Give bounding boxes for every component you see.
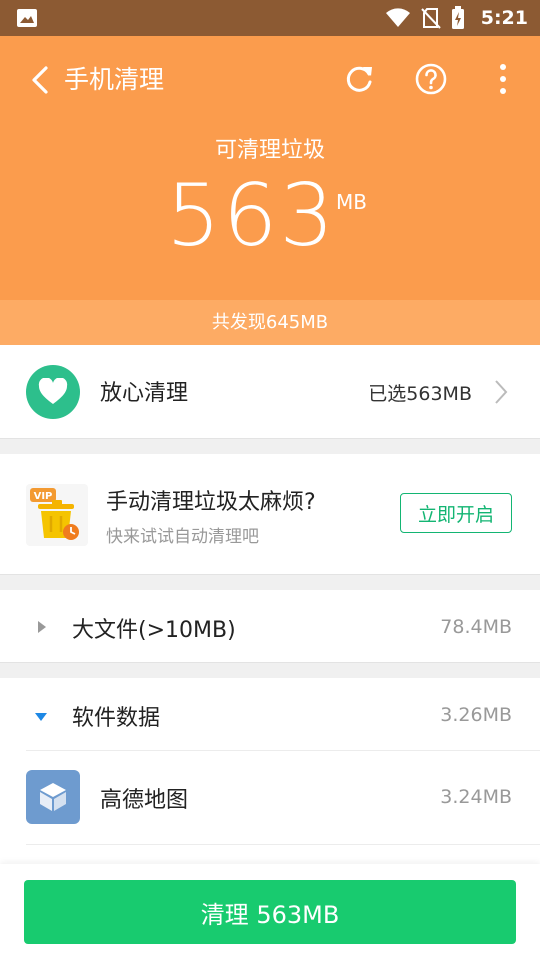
safe-clean-label: 放心清理 [100,381,189,406]
battery-charging-icon [451,6,464,29]
category-size: 3.26MB [440,704,512,726]
help-icon[interactable] [414,62,448,96]
category-label: 软件数据 [72,706,161,731]
category-size: 78.4MB [440,616,512,638]
refresh-icon[interactable] [342,62,376,96]
heart-icon [26,365,80,419]
junk-unit: MB [336,190,367,214]
safe-clean-row[interactable]: 放心清理 已选563MB [0,345,540,439]
found-total: 共发现645MB [0,300,540,345]
status-time: 5:21 [480,7,528,29]
image-notification-icon [17,9,37,27]
junk-subtitle: 可清理垃圾 [214,138,325,163]
wifi-icon [385,8,410,27]
safe-clean-selected: 已选563MB [368,383,472,405]
status-bar: 5:21 [0,0,540,36]
cube-app-icon [26,770,80,824]
clean-button[interactable]: 清理 563MB [24,880,516,944]
category-app-data: 软件数据 3.26MB 高德地图 3.24MB [0,678,540,864]
vip-subtitle: 快来试试自动清理吧 [106,527,259,547]
vip-promo-card: VIP 手动清理垃圾太麻烦? 快来试试自动清理吧 立即开启 [0,454,540,575]
junk-amount: 563 [166,166,337,266]
vip-badge-text: VIP [34,491,53,502]
list-item[interactable]: 高德地图 3.24MB [0,752,540,842]
expand-right-icon [38,621,46,633]
header: 手机清理 可清理垃圾 563 MB [0,36,540,300]
expand-down-icon [35,713,47,721]
page-title: 手机清理 [64,65,165,94]
divider [26,844,540,845]
vip-title: 手动清理垃圾太麻烦? [106,490,316,515]
no-sim-icon [421,8,441,29]
more-options-icon[interactable] [486,62,520,96]
enable-now-button[interactable]: 立即开启 [400,493,512,533]
bottom-bar: 清理 563MB [0,864,540,960]
app-size: 3.24MB [440,786,512,808]
category-label: 大文件(>10MB) [72,618,236,643]
divider [26,750,540,751]
category-large-files[interactable]: 大文件(>10MB) 78.4MB [0,590,540,663]
app-name: 高德地图 [100,788,189,813]
chevron-right-icon [495,380,508,404]
trash-vip-icon: VIP [26,484,88,546]
back-arrow-icon[interactable] [28,64,52,96]
category-app-data-header[interactable]: 软件数据 3.26MB [0,678,540,750]
